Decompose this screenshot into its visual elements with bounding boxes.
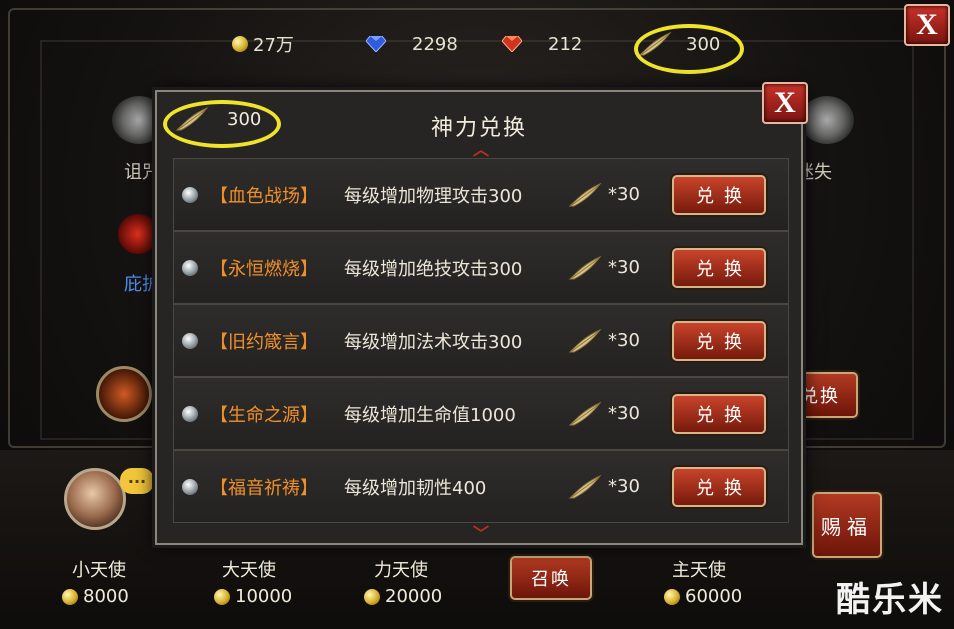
item-name: 【永恒燃烧】 <box>210 258 318 280</box>
golden-feather-icon <box>568 474 602 498</box>
player-avatar[interactable] <box>64 468 126 530</box>
item-cost: *30 <box>568 474 640 500</box>
gold-coin-icon <box>664 588 680 605</box>
watermark-logo: 酷乐米 <box>836 580 944 620</box>
gold-coin-icon <box>364 588 380 605</box>
orb-icon <box>182 186 198 203</box>
shelter-skill-icon[interactable] <box>118 214 158 254</box>
summon-button[interactable]: 召唤 <box>510 556 592 600</box>
gold-coin-icon <box>62 588 78 605</box>
close-main-button[interactable]: X <box>904 4 950 46</box>
chevron-up-icon[interactable]: ︿ <box>473 136 489 160</box>
orb-icon <box>182 405 198 422</box>
diamond-value: 2298 <box>412 33 458 55</box>
exchange-row: 【旧约箴言】 每级增加法术攻击300 *30 兑换 <box>173 304 789 377</box>
item-cost: *30 <box>568 328 640 354</box>
item-desc: 每级增加法术攻击300 <box>344 331 523 353</box>
angel-name-lord: 主天使 <box>672 560 726 581</box>
golden-feather-icon <box>568 255 602 279</box>
exchange-button[interactable]: 兑换 <box>672 175 766 215</box>
angel-name-small: 小天使 <box>72 560 126 581</box>
game-screen: 27万 2298 212 300 X 诅咒 迷失 庇护 兑换 ··· 小天使 8… <box>0 0 954 629</box>
chevron-down-icon[interactable]: ﹀ <box>473 520 489 544</box>
bless-button[interactable]: 赐福 <box>812 492 882 558</box>
gold-value: 27万 <box>253 35 294 56</box>
angel-name-great: 大天使 <box>222 560 276 581</box>
exchange-row: 【永恒燃烧】 每级增加绝技攻击300 *30 兑换 <box>173 231 789 304</box>
exchange-row: 【血色战场】 每级增加物理攻击300 *30 兑换 <box>173 158 789 231</box>
orb-icon <box>182 259 198 276</box>
lost-skill-icon[interactable] <box>800 96 854 144</box>
item-cost: *30 <box>568 401 640 427</box>
orb-icon <box>182 478 198 495</box>
item-name: 【福音祈祷】 <box>210 477 318 499</box>
item-desc: 每级增加绝技攻击300 <box>344 258 523 280</box>
angel-cost-great: 10000 <box>214 586 292 607</box>
resource-bar: 27万 2298 212 300 <box>60 18 890 70</box>
angel-cost-small: 8000 <box>62 586 129 607</box>
item-name: 【旧约箴言】 <box>210 331 318 353</box>
red-ruby-icon <box>502 36 522 52</box>
gold-coin-icon <box>214 588 230 605</box>
golden-feather-icon <box>568 401 602 425</box>
divine-power-exchange-dialog: 300 神力兑换 ︿ 【血色战场】 每级增加物理攻击300 *30 兑换 【永恒… <box>155 90 803 545</box>
item-cost: *30 <box>568 182 640 208</box>
exchange-button[interactable]: 兑换 <box>672 467 766 507</box>
gold-counter: 27万 <box>232 30 294 58</box>
angel-portrait-icon[interactable] <box>96 366 152 422</box>
diamond-counter: 2298 <box>366 30 458 58</box>
exchange-row: 【福音祈祷】 每级增加韧性400 *30 兑换 <box>173 450 789 523</box>
angel-cost-lord: 60000 <box>664 586 742 607</box>
ruby-value: 212 <box>548 33 583 55</box>
golden-feather-icon <box>568 328 602 352</box>
item-desc: 每级增加物理攻击300 <box>344 185 523 207</box>
close-modal-button[interactable]: X <box>762 82 808 124</box>
exchange-button[interactable]: 兑换 <box>672 394 766 434</box>
golden-feather-icon <box>568 182 602 206</box>
item-desc: 每级增加韧性400 <box>344 477 487 499</box>
exchange-button[interactable]: 兑换 <box>672 248 766 288</box>
item-cost: *30 <box>568 255 640 281</box>
exchange-row: 【生命之源】 每级增加生命值1000 *30 兑换 <box>173 377 789 450</box>
gold-coin-icon <box>232 36 248 52</box>
chat-bubble-icon[interactable]: ··· <box>120 468 154 494</box>
exchange-list: 【血色战场】 每级增加物理攻击300 *30 兑换 【永恒燃烧】 每级增加绝技攻… <box>173 158 789 523</box>
ruby-counter: 212 <box>502 30 582 58</box>
highlight-ring-top <box>634 24 744 74</box>
angel-cost-power: 20000 <box>364 586 442 607</box>
item-name: 【血色战场】 <box>210 185 318 207</box>
blue-diamond-icon <box>366 36 386 52</box>
exchange-button[interactable]: 兑换 <box>672 321 766 361</box>
orb-icon <box>182 332 198 349</box>
item-name: 【生命之源】 <box>210 404 318 426</box>
angel-name-power: 力天使 <box>374 560 428 581</box>
item-desc: 每级增加生命值1000 <box>344 404 516 426</box>
